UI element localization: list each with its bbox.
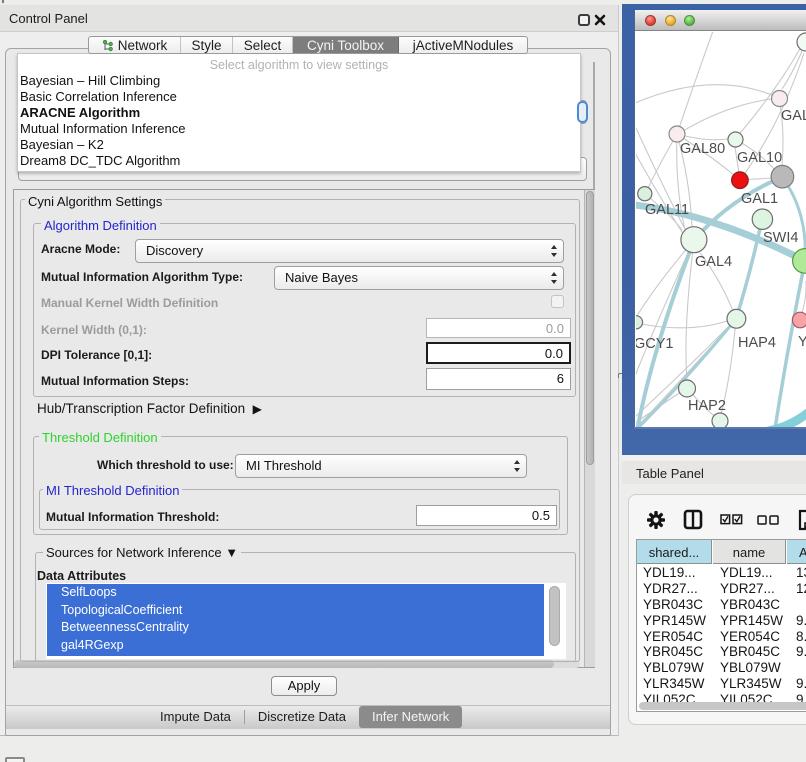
- svg-text:GAL10: GAL10: [737, 150, 782, 166]
- svg-text:GAL: GAL: [781, 108, 806, 124]
- svg-text:HAP4: HAP4: [738, 335, 776, 351]
- svg-text:GCY1: GCY1: [636, 336, 674, 352]
- svg-text:GAL4: GAL4: [695, 254, 732, 270]
- svg-text:GAL11: GAL11: [645, 202, 689, 218]
- svg-text:SWI4: SWI4: [763, 230, 798, 246]
- svg-text:GAL1: GAL1: [741, 191, 778, 207]
- svg-text:GAL80: GAL80: [680, 141, 725, 157]
- svg-text:Y: Y: [798, 334, 806, 350]
- svg-text:HAP2: HAP2: [688, 398, 726, 414]
